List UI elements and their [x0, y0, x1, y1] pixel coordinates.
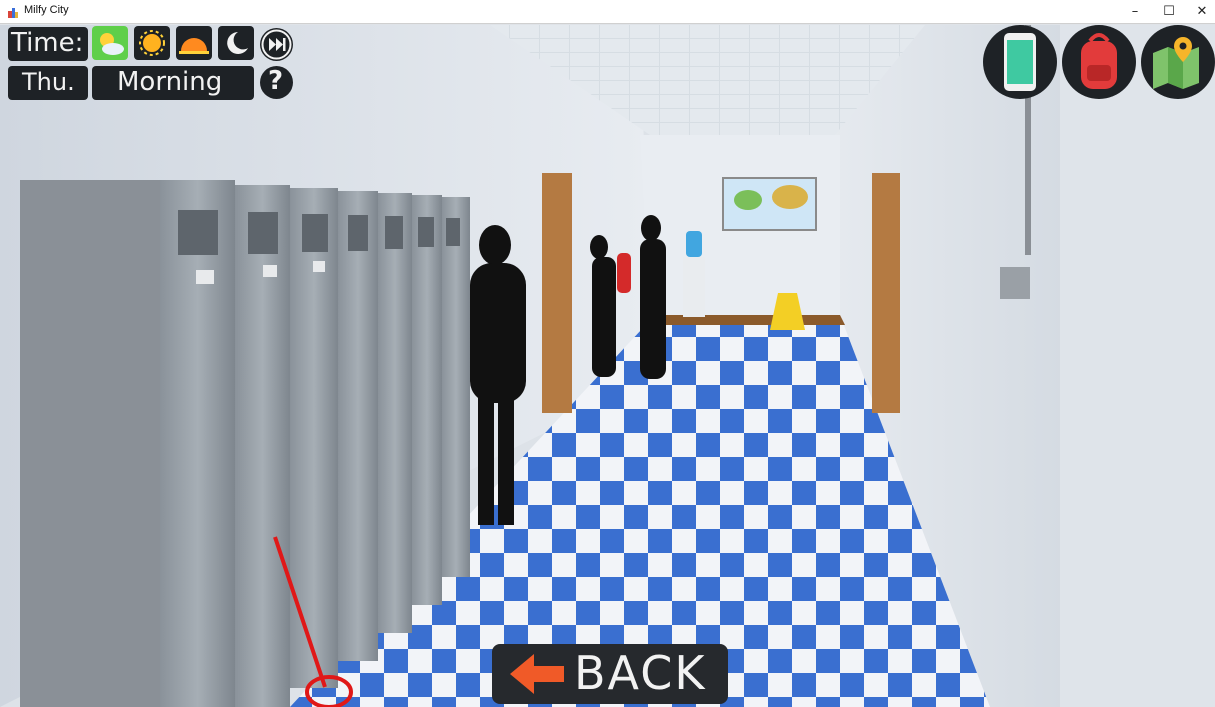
skip-time-button[interactable] — [260, 28, 293, 61]
map-icon — [1153, 37, 1199, 89]
day-label: Thu. — [22, 68, 75, 96]
window-titlebar: Milfy City – ☐ ✕ — [0, 0, 1215, 24]
help-icon: ? — [268, 66, 284, 96]
game-scene: Time: Thu. Morning ? BACK — [0, 25, 1215, 707]
time-label: Time: — [11, 28, 84, 58]
period-label: Morning — [117, 67, 223, 97]
noon-sun-icon — [139, 30, 165, 56]
backpack-icon — [1081, 33, 1117, 89]
time-label-box: Time: — [8, 27, 88, 61]
period-box: Morning — [92, 66, 254, 100]
phone-button[interactable] — [983, 25, 1057, 99]
morning-sun-cloud-icon — [100, 33, 124, 55]
phone-icon — [1004, 33, 1036, 91]
sunset-icon — [179, 38, 209, 54]
back-label: BACK — [574, 646, 707, 700]
maximize-button[interactable]: ☐ — [1152, 0, 1186, 24]
window-title: Milfy City — [24, 4, 69, 16]
time-sunset-button[interactable] — [176, 26, 212, 60]
time-morning-button[interactable] — [92, 26, 128, 60]
back-button[interactable]: BACK — [492, 644, 728, 704]
day-box: Thu. — [8, 66, 88, 100]
arrow-left-icon — [510, 654, 564, 694]
time-noon-button[interactable] — [134, 26, 170, 60]
minimize-button[interactable]: – — [1118, 0, 1152, 24]
time-night-button[interactable] — [218, 26, 254, 60]
hallway-background — [0, 25, 1215, 707]
map-button[interactable] — [1141, 25, 1215, 99]
backpack-button[interactable] — [1062, 25, 1136, 99]
fast-forward-icon — [261, 29, 292, 60]
night-moon-icon — [227, 32, 248, 54]
help-button[interactable]: ? — [260, 66, 293, 99]
app-icon — [8, 8, 18, 18]
close-button[interactable]: ✕ — [1185, 0, 1215, 24]
